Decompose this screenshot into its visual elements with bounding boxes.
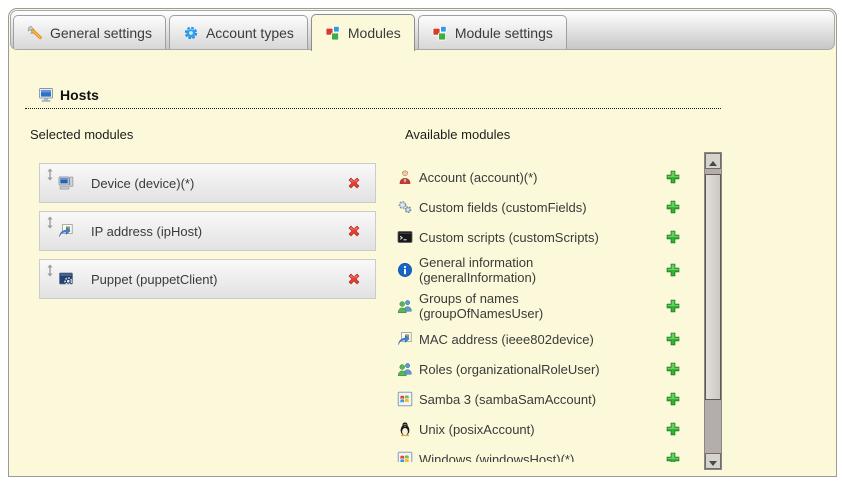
available-modules-list: Account (account)(*) Custom fields (custo…	[397, 147, 681, 462]
available-module-label: Windows (windowsHost)(*)	[419, 452, 624, 463]
available-module-label: Groups of names (groupOfNamesUser)	[419, 291, 624, 321]
ip-address-icon	[397, 331, 413, 347]
available-module-ieee802device: MAC address (ieee802device)	[397, 324, 681, 354]
available-module-label: General information (generalInformation)	[419, 255, 624, 285]
drag-handle-icon[interactable]	[46, 168, 54, 181]
selected-module-ipHost[interactable]: IP address (ipHost)	[39, 211, 376, 251]
modules-cubes-icon	[325, 25, 341, 41]
ip-address-icon	[58, 223, 74, 239]
available-module-label: Roles (organizationalRoleUser)	[419, 362, 624, 377]
available-modules-scrollbar[interactable]	[704, 152, 722, 470]
modules-cubes-icon	[432, 25, 448, 41]
available-module-groupOfNamesUser: Groups of names (groupOfNamesUser)	[397, 288, 681, 324]
available-module-customFields: Custom fields (customFields)	[397, 192, 681, 222]
selected-module-label: Device (device)(*)	[91, 176, 194, 191]
section-divider	[25, 108, 721, 109]
available-modules-viewport: Account (account)(*) Custom fields (custo…	[397, 147, 681, 462]
tab-strip: General settings Account types Modules Modu…	[10, 10, 835, 50]
penguin-icon	[397, 421, 413, 437]
wrench-icon	[27, 25, 43, 41]
add-customScripts-button[interactable]	[665, 229, 681, 245]
tab-label: Module settings	[455, 25, 553, 41]
device-computer-icon	[58, 175, 74, 191]
scrollbar-down-button[interactable]	[705, 453, 721, 469]
selected-module-label: IP address (ipHost)	[91, 224, 202, 239]
available-modules-heading: Available modules	[405, 127, 510, 142]
scrollbar-thumb[interactable]	[705, 174, 721, 400]
add-organizationalRoleUser-button[interactable]	[665, 361, 681, 377]
terminal-icon	[397, 229, 413, 245]
add-windowsHost-button[interactable]	[665, 451, 681, 462]
tab-general-settings[interactable]: General settings	[13, 15, 166, 49]
drag-handle-icon[interactable]	[46, 216, 54, 229]
tab-bar: General settings Account types Modules Modu…	[13, 14, 570, 49]
remove-device-button[interactable]	[346, 175, 362, 191]
available-module-account: Account (account)(*)	[397, 162, 681, 192]
host-monitor-icon	[38, 87, 54, 103]
settings-panel: General settings Account types Modules Modu…	[8, 8, 837, 477]
available-module-label: MAC address (ieee802device)	[419, 332, 624, 347]
windows-logo-icon	[397, 391, 413, 407]
available-module-label: Samba 3 (sambaSamAccount)	[419, 392, 624, 407]
available-module-sambaSamAccount: Samba 3 (sambaSamAccount)	[397, 384, 681, 414]
hosts-section-heading: Hosts	[38, 87, 99, 103]
group-icon	[397, 361, 413, 377]
selected-module-device[interactable]: Device (device)(*)	[39, 163, 376, 203]
add-ieee802device-button[interactable]	[665, 331, 681, 347]
add-groupOfNamesUser-button[interactable]	[665, 298, 681, 314]
account-types-gear-icon	[183, 25, 199, 41]
add-generalInformation-button[interactable]	[665, 262, 681, 278]
tab-label: Modules	[348, 25, 401, 41]
selected-module-puppetClient[interactable]: Puppet (puppetClient)	[39, 259, 376, 299]
tab-label: General settings	[50, 25, 152, 41]
available-module-customScripts: Custom scripts (customScripts)	[397, 222, 681, 252]
available-module-label: Custom scripts (customScripts)	[419, 230, 624, 245]
gears-icon	[397, 199, 413, 215]
drag-handle-icon[interactable]	[46, 264, 54, 277]
group-icon	[397, 298, 413, 314]
tab-modules[interactable]: Modules	[311, 14, 415, 51]
available-module-label: Account (account)(*)	[419, 170, 624, 185]
available-module-windowsHost: Windows (windowsHost)(*)	[397, 444, 681, 462]
available-module-posixAccount: Unix (posixAccount)	[397, 414, 681, 444]
available-module-label: Unix (posixAccount)	[419, 422, 624, 437]
section-title: Hosts	[60, 87, 99, 103]
selected-modules-heading: Selected modules	[30, 127, 133, 142]
account-user-icon	[397, 169, 413, 185]
available-module-generalInformation: General information (generalInformation)	[397, 252, 681, 288]
selected-module-label: Puppet (puppetClient)	[91, 272, 217, 287]
available-module-organizationalRoleUser: Roles (organizationalRoleUser)	[397, 354, 681, 384]
selected-modules-list: Device (device)(*) IP address (ipHost) Pup…	[39, 163, 376, 307]
windows-logo-icon	[397, 451, 413, 462]
add-account-button[interactable]	[665, 169, 681, 185]
add-posixAccount-button[interactable]	[665, 421, 681, 437]
puppet-icon	[58, 271, 74, 287]
remove-ipHost-button[interactable]	[346, 223, 362, 239]
remove-puppetClient-button[interactable]	[346, 271, 362, 287]
scrollbar-up-button[interactable]	[705, 153, 721, 169]
triangle-down-icon	[709, 461, 717, 466]
available-module-label: Custom fields (customFields)	[419, 200, 624, 215]
tab-module-settings[interactable]: Module settings	[418, 15, 567, 49]
add-sambaSamAccount-button[interactable]	[665, 391, 681, 407]
triangle-up-icon	[709, 161, 717, 166]
tab-label: Account types	[206, 25, 294, 41]
tab-account-types[interactable]: Account types	[169, 15, 308, 49]
info-icon	[397, 262, 413, 278]
add-customFields-button[interactable]	[665, 199, 681, 215]
